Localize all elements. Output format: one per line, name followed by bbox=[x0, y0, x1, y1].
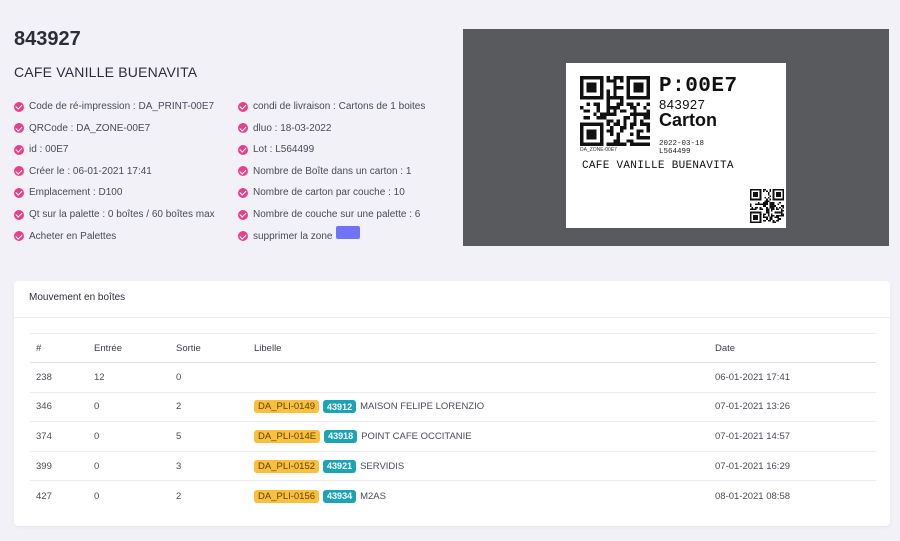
table-row: 399 0 3 DA_PLI-0152 43921 SERVIDIS 07-01… bbox=[30, 452, 876, 482]
label-card: DA_ZONE-00E7 P:00E7 843927 Carton 2022-0… bbox=[566, 63, 786, 228]
check-circle-icon bbox=[14, 187, 24, 198]
label-product-name: CAFE VANILLE BUENAVITA bbox=[582, 160, 734, 172]
check-circle-icon bbox=[238, 144, 248, 155]
pli-badge[interactable]: DA_PLI-014E bbox=[254, 429, 321, 443]
col-header-entree: Entrée bbox=[94, 342, 122, 354]
cell-libelle: DA_PLI-014E 43918 POINT CAFE OCCITANIE bbox=[254, 429, 715, 443]
detail-dluo: dluo : 18-03-2022 bbox=[238, 118, 448, 140]
check-circle-icon bbox=[14, 101, 24, 112]
order-number-badge[interactable]: 43934 bbox=[323, 489, 357, 503]
check-circle-icon bbox=[14, 231, 24, 242]
details-left: Code de ré-impression : DA_PRINT-00E7 QR… bbox=[14, 96, 219, 247]
cell-date: 08-01-2021 08:58 bbox=[715, 490, 791, 502]
table-header: # Entrée Sortie Libelle Date bbox=[30, 333, 876, 363]
label-lot: L564499 bbox=[659, 148, 691, 156]
cell-libelle: DA_PLI-0156 43934 M2AS bbox=[254, 489, 715, 503]
cell-id: 427 bbox=[36, 490, 52, 502]
detail-location: Emplacement : D100 bbox=[14, 182, 219, 204]
delete-zone-button[interactable] bbox=[336, 225, 361, 239]
check-circle-icon bbox=[238, 231, 248, 242]
check-circle-icon bbox=[238, 166, 248, 177]
label-preview-panel: DA_ZONE-00E7 P:00E7 843927 Carton 2022-0… bbox=[463, 29, 889, 246]
order-number-badge[interactable]: 43918 bbox=[324, 429, 358, 443]
cell-sortie: 2 bbox=[176, 490, 182, 502]
cell-id: 238 bbox=[36, 371, 52, 383]
check-circle-icon bbox=[238, 209, 248, 220]
libelle-text: M2AS bbox=[360, 490, 386, 502]
cell-entree: 12 bbox=[94, 371, 105, 383]
table-row: 346 0 2 DA_PLI-0149 43912 MAISON FELIPE … bbox=[30, 393, 876, 423]
label-qr-caption: DA_ZONE-00E7 bbox=[580, 147, 617, 153]
detail-lot: Lot : L564499 bbox=[238, 139, 448, 161]
detail-delete-zone: supprimer la zone bbox=[238, 225, 448, 248]
table-row: 238 12 0 06-01-2021 17:41 bbox=[30, 363, 876, 393]
detail-created: Créer le : 06-01-2021 17:41 bbox=[14, 161, 219, 183]
label-date: 2022-03-18 bbox=[659, 140, 705, 148]
check-circle-icon bbox=[14, 166, 24, 177]
cell-sortie: 3 bbox=[176, 460, 182, 472]
label-code: P:00E7 bbox=[659, 75, 738, 98]
order-number-badge[interactable]: 43921 bbox=[323, 459, 357, 473]
check-circle-icon bbox=[238, 101, 248, 112]
pli-badge[interactable]: DA_PLI-0152 bbox=[254, 459, 320, 473]
qr-code-small bbox=[750, 189, 784, 223]
detail-layers-per-pallet: Nombre de couche sur une palette : 6 bbox=[238, 204, 448, 226]
qr-code-large bbox=[580, 76, 650, 146]
check-circle-icon bbox=[238, 187, 248, 198]
table-row: 427 0 2 DA_PLI-0156 43934 M2AS 08-01-202… bbox=[30, 481, 876, 511]
movements-table: # Entrée Sortie Libelle Date 238 12 0 06… bbox=[30, 333, 876, 511]
cell-sortie: 2 bbox=[176, 401, 182, 413]
table-row: 374 0 5 DA_PLI-014E 43918 POINT CAFE OCC… bbox=[30, 422, 876, 452]
product-name: CAFE VANILLE BUENAVITA bbox=[14, 64, 198, 80]
movements-title: Mouvement en boîtes bbox=[14, 281, 890, 318]
col-header-sortie: Sortie bbox=[176, 342, 201, 354]
col-header-id: # bbox=[36, 342, 42, 354]
libelle-text: MAISON FELIPE LORENZIO bbox=[360, 401, 485, 413]
cell-libelle: DA_PLI-0149 43912 MAISON FELIPE LORENZIO bbox=[254, 400, 715, 414]
check-circle-icon bbox=[14, 144, 24, 155]
cell-sortie: 0 bbox=[176, 371, 182, 383]
order-number-badge[interactable]: 43912 bbox=[323, 400, 357, 414]
libelle-text: SERVIDIS bbox=[360, 460, 405, 472]
cell-entree: 0 bbox=[94, 401, 100, 413]
detail-pallet-qty: Qt sur la palette : 0 boîtes / 60 boîtes… bbox=[14, 204, 219, 226]
libelle-text: POINT CAFE OCCITANIE bbox=[361, 430, 472, 442]
detail-buy-pallets: Acheter en Palettes bbox=[14, 226, 219, 248]
cell-entree: 0 bbox=[94, 430, 100, 442]
pli-badge[interactable]: DA_PLI-0156 bbox=[254, 489, 320, 503]
cell-entree: 0 bbox=[94, 460, 100, 472]
check-circle-icon bbox=[14, 209, 24, 220]
check-circle-icon bbox=[238, 123, 248, 134]
col-header-libelle: Libelle bbox=[254, 342, 282, 354]
product-id: 843927 bbox=[14, 28, 81, 50]
detail-qrcode: QRCode : DA_ZONE-00E7 bbox=[14, 118, 219, 140]
detail-id: id : 00E7 bbox=[14, 139, 219, 161]
cell-date: 07-01-2021 14:57 bbox=[715, 430, 791, 442]
cell-id: 346 bbox=[36, 401, 52, 413]
cell-entree: 0 bbox=[94, 490, 100, 502]
check-circle-icon bbox=[14, 123, 24, 134]
cell-date: 07-01-2021 16:29 bbox=[715, 460, 791, 472]
label-type: Carton bbox=[659, 110, 717, 130]
detail-cartons-per-layer: Nombre de carton par couche : 10 bbox=[238, 182, 448, 204]
cell-date: 06-01-2021 17:41 bbox=[715, 371, 791, 383]
detail-boxes-per-carton: Nombre de Boîte dans un carton : 1 bbox=[238, 161, 448, 183]
cell-sortie: 5 bbox=[176, 430, 182, 442]
detail-reprint-code: Code de ré-impression : DA_PRINT-00E7 bbox=[14, 96, 219, 118]
pli-badge[interactable]: DA_PLI-0149 bbox=[254, 400, 320, 414]
details-right: condi de livraison : Cartons de 1 boites… bbox=[238, 96, 448, 247]
movements-card: Mouvement en boîtes # Entrée Sortie Libe… bbox=[14, 281, 890, 526]
cell-id: 374 bbox=[36, 430, 52, 442]
cell-date: 07-01-2021 13:26 bbox=[715, 401, 791, 413]
detail-delivery: condi de livraison : Cartons de 1 boites bbox=[238, 96, 448, 118]
col-header-date: Date bbox=[715, 342, 736, 354]
cell-libelle: DA_PLI-0152 43921 SERVIDIS bbox=[254, 459, 715, 473]
cell-id: 399 bbox=[36, 460, 52, 472]
